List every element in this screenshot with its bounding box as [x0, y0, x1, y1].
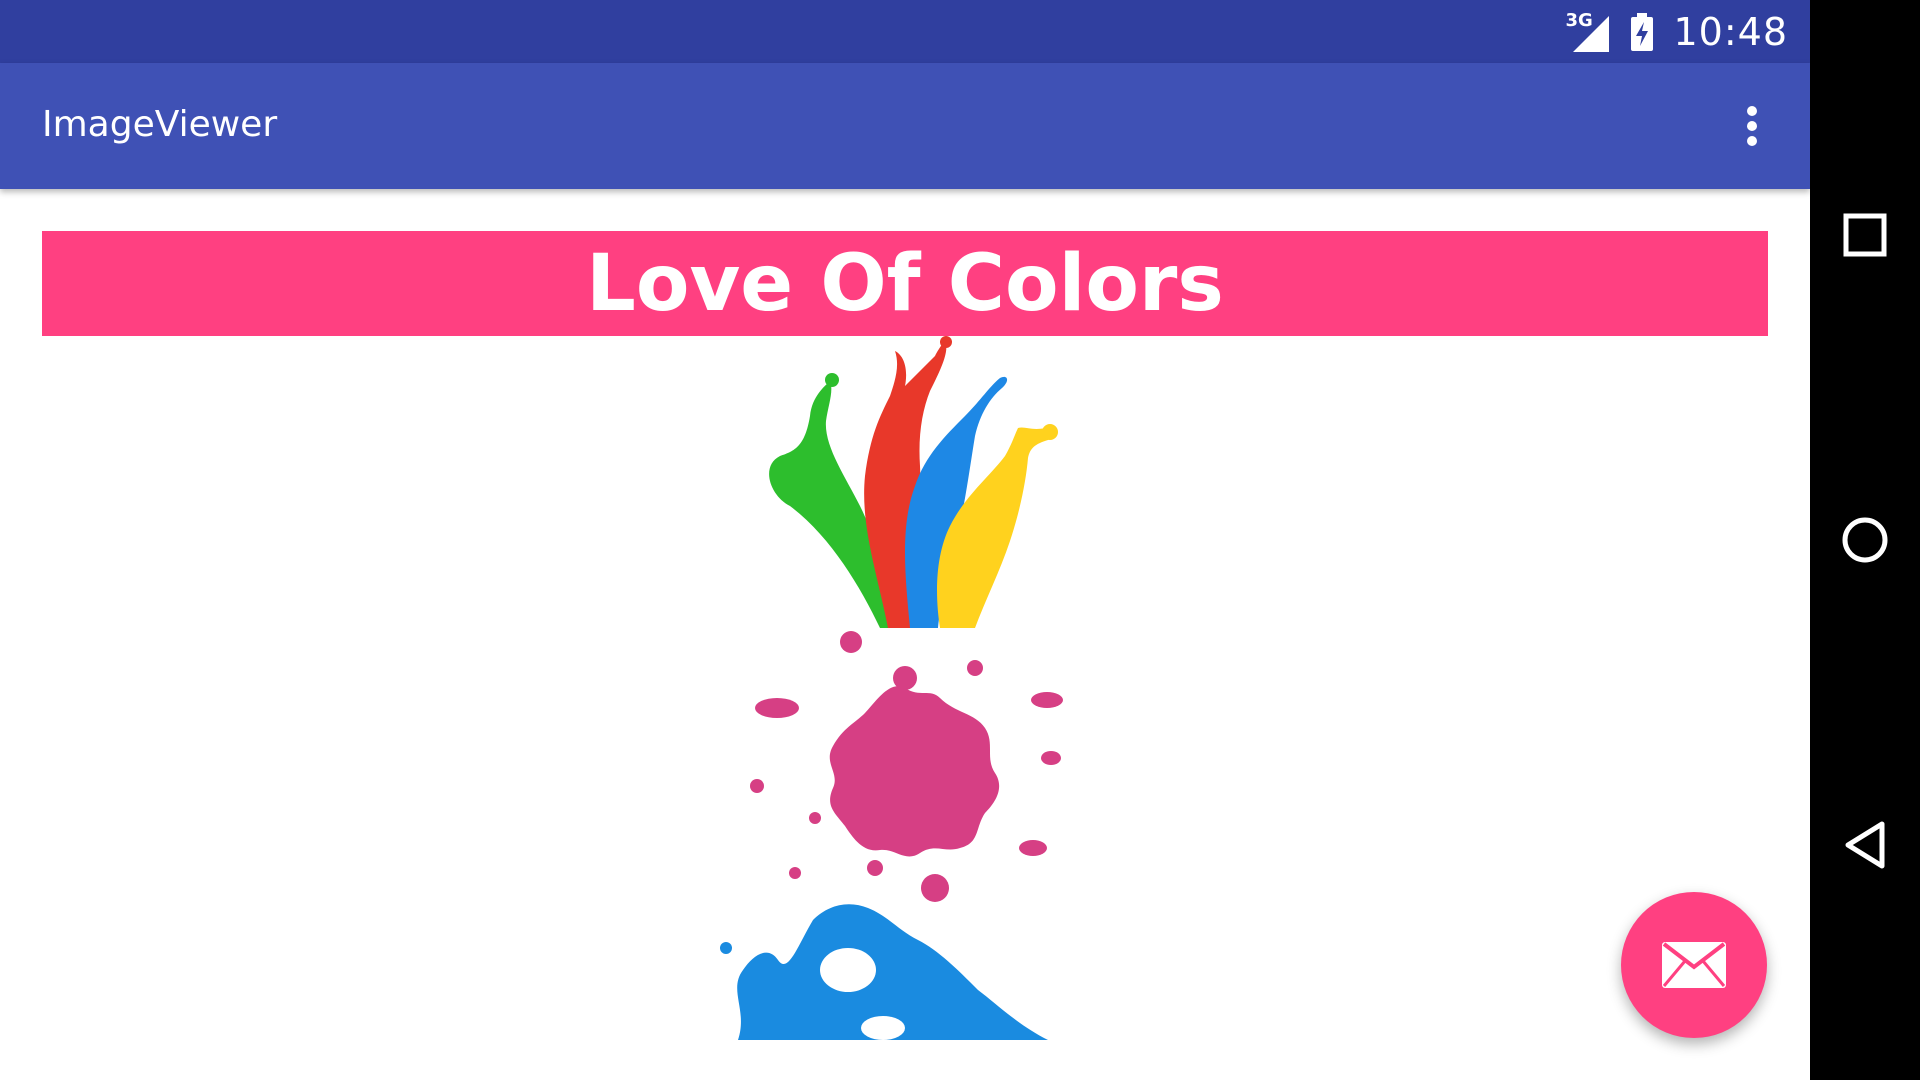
status-bar: 3G 10:48: [0, 0, 1810, 63]
signal-icon: [1573, 15, 1610, 52]
app-screen: 3G 10:48 ImageViewer Love Of Colors: [0, 0, 1810, 1080]
more-vert-icon[interactable]: [1732, 92, 1772, 156]
back-triangle-icon: [1845, 821, 1885, 869]
blue-splash-image: [720, 904, 1048, 1040]
mail-fab-button[interactable]: [1621, 892, 1767, 1038]
status-time: 10:48: [1673, 9, 1788, 54]
title-banner: Love Of Colors: [42, 231, 1768, 336]
home-circle-icon: [1842, 517, 1888, 563]
recents-button[interactable]: [1835, 205, 1895, 265]
app-toolbar: ImageViewer: [0, 63, 1810, 189]
back-button[interactable]: [1835, 815, 1895, 875]
recents-square-icon: [1843, 213, 1887, 257]
network-indicator: 3G: [1565, 10, 1611, 52]
paint-splatter-image: [750, 631, 1063, 902]
paint-splash-image: [769, 336, 1058, 628]
home-button[interactable]: [1835, 510, 1895, 570]
banner-title: Love Of Colors: [586, 238, 1224, 329]
mail-icon: [1662, 942, 1726, 988]
battery-charging-icon: [1631, 12, 1654, 51]
app-title: ImageViewer: [42, 104, 278, 145]
navigation-bar: [1810, 0, 1920, 1080]
